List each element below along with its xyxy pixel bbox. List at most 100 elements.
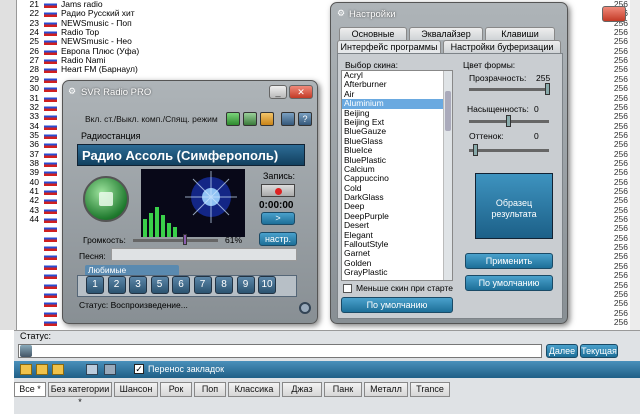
flag-icon bbox=[44, 244, 57, 252]
tab-basic[interactable]: Основные bbox=[339, 27, 407, 40]
apply-button[interactable]: Применить bbox=[465, 253, 553, 269]
category-tab[interactable]: Поп bbox=[194, 382, 226, 397]
tools-icon[interactable] bbox=[281, 112, 295, 126]
saturation-label: Насыщенность: bbox=[467, 104, 529, 114]
flag-icon bbox=[44, 85, 57, 93]
status-label: Статус: bbox=[20, 331, 51, 341]
skin-label: Выбор скина: bbox=[345, 60, 398, 70]
skin-list[interactable]: Acryl Afterburner Air Aluminium Beijing Beiji… bbox=[341, 70, 453, 281]
search-icon[interactable] bbox=[20, 345, 32, 357]
help-icon[interactable]: ? bbox=[298, 112, 312, 126]
flag-icon bbox=[44, 253, 57, 261]
flag-icon bbox=[44, 262, 57, 270]
status-text: Статус: Воспроизведение... bbox=[79, 300, 188, 310]
tab-interface[interactable]: Интерфейс программы bbox=[337, 40, 441, 53]
power-on-icon[interactable] bbox=[226, 112, 240, 126]
flag-icon bbox=[44, 300, 57, 308]
flag-icon bbox=[44, 318, 57, 326]
category-tab[interactable]: Рок bbox=[160, 382, 192, 397]
flag-icon bbox=[44, 309, 57, 317]
settings-window-title: Настройки bbox=[349, 9, 396, 20]
default-button-right[interactable]: По умолчанию bbox=[465, 275, 553, 291]
sleep-icon[interactable] bbox=[260, 112, 274, 126]
favorite-station-button[interactable]: 3 bbox=[129, 276, 147, 294]
flag-icon bbox=[44, 47, 57, 55]
hue-thumb[interactable] bbox=[473, 144, 478, 156]
folder-add-icon[interactable] bbox=[36, 364, 48, 375]
flag-icon bbox=[44, 122, 57, 130]
volume-slider-thumb[interactable] bbox=[182, 234, 187, 245]
favorite-station-button[interactable]: 8 bbox=[215, 276, 233, 294]
volume-slider[interactable] bbox=[133, 239, 218, 242]
favorite-station-button[interactable]: 7 bbox=[193, 276, 212, 294]
default-button-left[interactable]: По умолчанию bbox=[341, 297, 453, 313]
flag-icon bbox=[44, 159, 57, 167]
grid-icon[interactable] bbox=[104, 364, 116, 375]
flag-icon bbox=[44, 206, 57, 214]
tab-buffering[interactable]: Настройки буферизации bbox=[443, 40, 561, 53]
next-station-button[interactable]: Далее bbox=[546, 344, 578, 358]
transparency-thumb[interactable] bbox=[545, 83, 550, 95]
minimize-button[interactable]: _ bbox=[269, 85, 287, 99]
list-gutter bbox=[0, 0, 17, 330]
skin-list-item[interactable]: GrayPlastic bbox=[342, 267, 452, 277]
tab-hotkeys[interactable]: Клавиши bbox=[485, 27, 555, 40]
main-close-button[interactable] bbox=[602, 6, 626, 22]
favorite-station-button[interactable]: 6 bbox=[172, 276, 190, 294]
flag-icon bbox=[44, 281, 57, 289]
play-stop-icon bbox=[99, 192, 113, 206]
flag-icon bbox=[44, 103, 57, 111]
category-tab[interactable]: Шансон bbox=[114, 382, 158, 397]
hue-label: Оттенок: bbox=[469, 131, 504, 141]
current-station-button[interactable]: Текущая bbox=[580, 344, 618, 358]
favorite-station-button[interactable]: 5 bbox=[150, 276, 169, 294]
time-display: 0:00:00 bbox=[259, 200, 294, 211]
record-button[interactable] bbox=[261, 184, 295, 197]
skin-scroll-thumb[interactable] bbox=[445, 91, 451, 131]
skin-list-scrollbar[interactable] bbox=[443, 71, 452, 280]
saturation-thumb[interactable] bbox=[506, 115, 511, 127]
flag-icon bbox=[44, 197, 57, 205]
tab-equalizer[interactable]: Эквалайзер bbox=[409, 27, 483, 40]
sample-result: Образец результата bbox=[475, 173, 553, 239]
radio-window-title: SVR Radio PRO bbox=[81, 87, 152, 98]
settings-window-icon: ⚙ bbox=[337, 8, 346, 18]
folder-open-icon[interactable] bbox=[20, 364, 32, 375]
category-tab[interactable]: Джаз bbox=[282, 382, 322, 397]
favorite-station-button[interactable]: 2 bbox=[107, 276, 126, 294]
flag-icon bbox=[44, 113, 57, 121]
info-icon[interactable] bbox=[86, 364, 98, 375]
category-tab[interactable]: Trance bbox=[410, 382, 450, 397]
no-skin-label: Меньше скин при старте bbox=[356, 283, 453, 293]
transparency-slider[interactable] bbox=[469, 88, 549, 91]
no-skin-checkbox[interactable] bbox=[343, 284, 352, 293]
settings-gear-icon[interactable] bbox=[299, 302, 311, 314]
category-tab[interactable]: Панк bbox=[324, 382, 362, 397]
category-tab[interactable]: Без категории * bbox=[48, 382, 112, 407]
list-scrollbar[interactable] bbox=[630, 0, 640, 330]
transparency-value: 255 bbox=[536, 73, 551, 83]
settings-button[interactable]: настр. bbox=[259, 232, 297, 246]
flag-icon bbox=[44, 94, 57, 102]
search-input[interactable] bbox=[18, 344, 542, 358]
favorite-station-button[interactable]: 10 bbox=[258, 276, 276, 294]
favorite-station-button[interactable]: 9 bbox=[236, 276, 255, 294]
close-button[interactable]: ✕ bbox=[289, 85, 313, 99]
category-tab[interactable]: Все * bbox=[14, 382, 46, 397]
station-name: Радио Ассоль (Симферополь) bbox=[82, 148, 279, 163]
flag-icon bbox=[44, 1, 57, 8]
computer-off-icon[interactable] bbox=[243, 112, 257, 126]
skin-list-item[interactable]: Afterburner bbox=[342, 79, 452, 89]
hue-slider[interactable] bbox=[469, 149, 549, 152]
toggle-label: Вкл. ст./Выкл. комп./Спящ. режим bbox=[85, 114, 218, 124]
next-button[interactable]: > bbox=[261, 212, 295, 225]
flag-icon bbox=[44, 169, 57, 177]
flag-icon bbox=[44, 216, 57, 224]
category-tab[interactable]: Металл bbox=[364, 382, 408, 397]
category-tab[interactable]: Классика bbox=[228, 382, 280, 397]
wrap-checkbox[interactable]: ✓ bbox=[134, 364, 144, 374]
flag-icon bbox=[44, 150, 57, 158]
folder-save-icon[interactable] bbox=[52, 364, 64, 375]
favorite-station-button[interactable]: 1 bbox=[86, 276, 104, 294]
wrap-label: Перенос закладок bbox=[148, 364, 225, 374]
